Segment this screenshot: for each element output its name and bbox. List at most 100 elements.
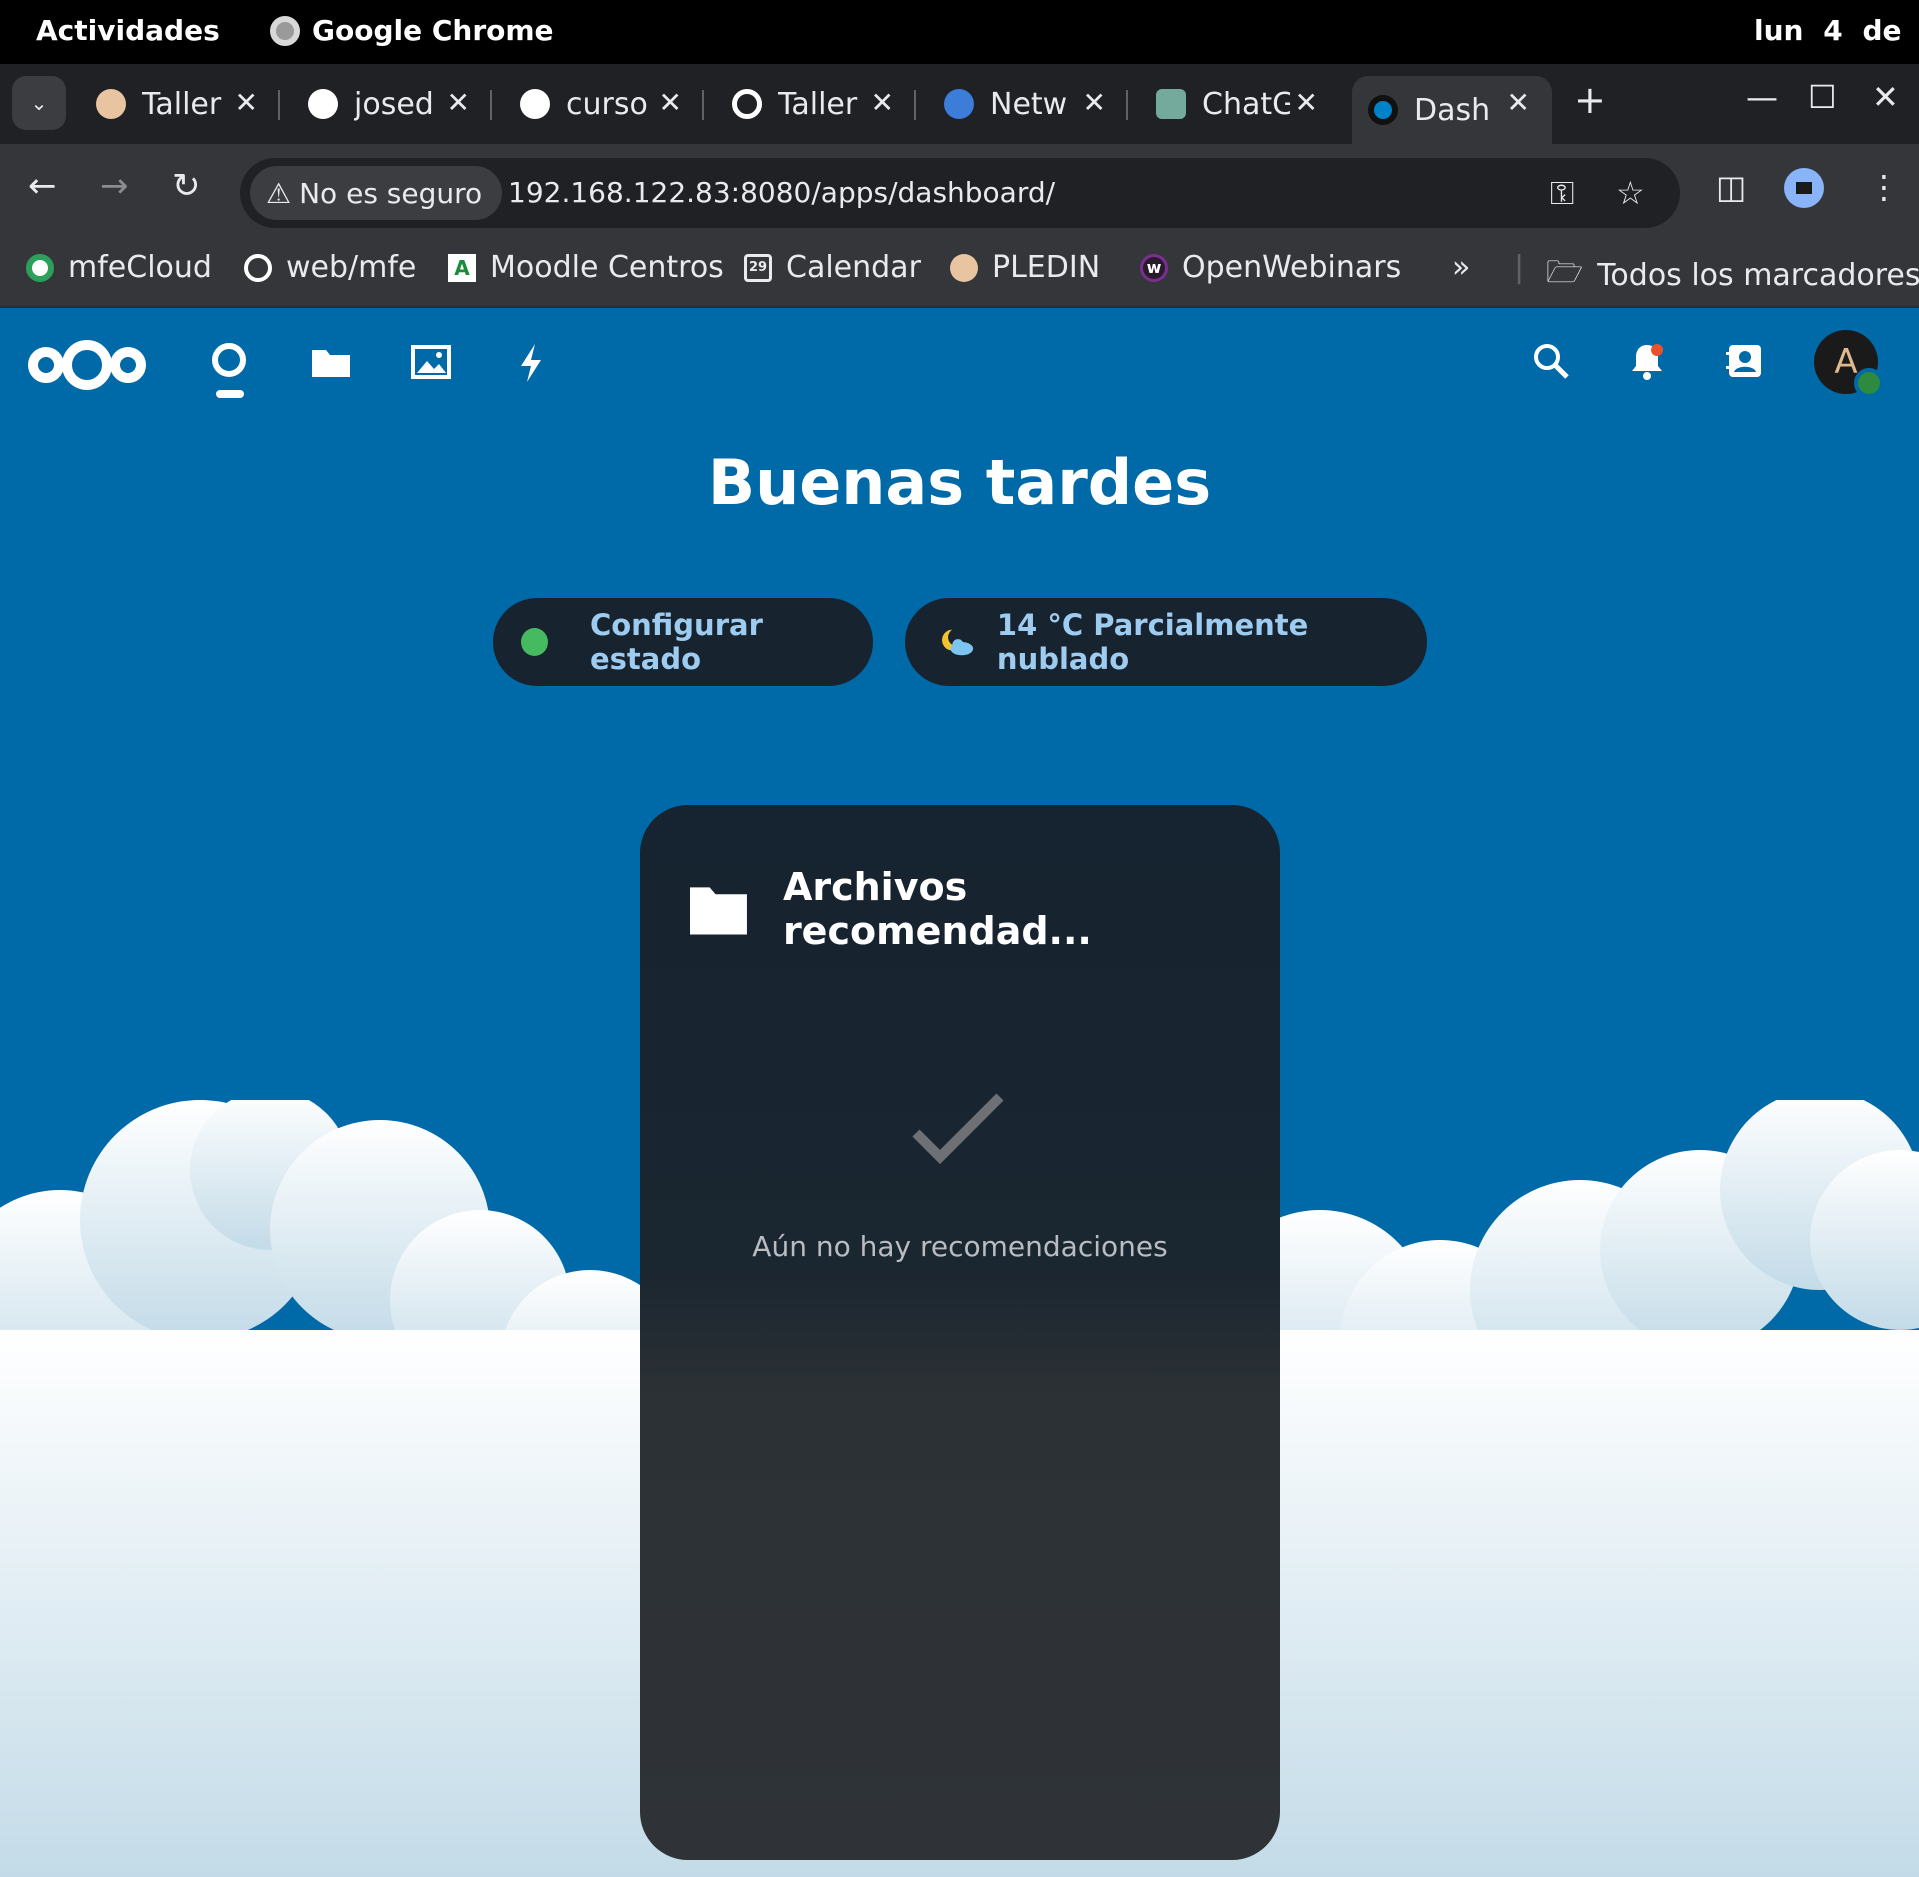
set-status-button[interactable]: Configurar estado bbox=[493, 598, 873, 686]
calendar-icon: 29 bbox=[744, 253, 772, 282]
folder-icon: 🗁 bbox=[1546, 255, 1584, 290]
active-app-indicator bbox=[216, 390, 244, 398]
bookmark-item[interactable]: PLEDIN bbox=[950, 250, 1100, 285]
avatar-letter: A bbox=[1834, 342, 1858, 382]
bookmark-label: mfeCloud bbox=[68, 250, 212, 285]
tab[interactable]: josed ✕ bbox=[292, 76, 492, 132]
greeting-heading: Buenas tardes bbox=[707, 446, 1212, 519]
bookmark-label: web/mfe bbox=[286, 250, 417, 285]
close-window-icon[interactable]: ✕ bbox=[1872, 78, 1899, 116]
bookmark-item[interactable]: web/mfe bbox=[244, 250, 416, 285]
tab-title: ChatG bbox=[1202, 86, 1290, 122]
avatar-favicon bbox=[950, 253, 978, 282]
all-bookmarks-button[interactable]: 🗁 Todos los marcadores bbox=[1546, 250, 1919, 301]
profile-avatar[interactable] bbox=[1784, 168, 1824, 208]
bookmark-item[interactable]: w OpenWebinars bbox=[1140, 250, 1401, 285]
new-tab-button[interactable]: + bbox=[1574, 78, 1606, 122]
system-top-bar: Actividades Google Chrome lun 4 de ma bbox=[0, 0, 1919, 64]
tab-title: Taller bbox=[142, 86, 222, 122]
clock[interactable]: lun 4 de ma bbox=[1754, 14, 1919, 47]
bookmark-item[interactable]: 29 Calendar bbox=[744, 250, 921, 285]
openwebinars-icon: w bbox=[1140, 253, 1168, 282]
tab[interactable]: ChatG ✕ bbox=[1140, 76, 1340, 132]
minimize-icon[interactable]: — bbox=[1746, 78, 1778, 116]
moodle-icon: A bbox=[448, 253, 476, 282]
online-status-dot bbox=[1854, 368, 1884, 398]
bookmarks-bar: mfeCloud web/mfe A Moodle Centros 29 Cal… bbox=[0, 238, 1919, 308]
close-tab-icon[interactable]: ✕ bbox=[235, 86, 258, 119]
github-icon bbox=[520, 89, 550, 119]
tab-separator bbox=[278, 90, 280, 120]
logo-circle-large bbox=[62, 340, 112, 390]
logo-circle-small bbox=[28, 347, 64, 383]
nextcloud-ring-icon bbox=[732, 89, 762, 119]
search-icon[interactable] bbox=[1530, 340, 1572, 386]
star-icon[interactable]: ☆ bbox=[1616, 174, 1645, 212]
tab-active[interactable]: Dash ✕ bbox=[1352, 76, 1552, 144]
recommended-files-widget: Archivos recomendad... Aún no hay recome… bbox=[640, 805, 1280, 1860]
github-icon bbox=[308, 89, 338, 119]
photos-icon[interactable] bbox=[408, 340, 454, 386]
tab-separator bbox=[1126, 90, 1128, 120]
weather-partly-cloudy-night-icon bbox=[942, 629, 974, 656]
bookmark-label: Moodle Centros bbox=[490, 250, 724, 285]
tab-strip: ⌄ Taller ✕ josed ✕ curso ✕ Taller ✕ Netw… bbox=[0, 64, 1919, 144]
checkmark-icon bbox=[912, 1093, 1004, 1165]
close-tab-icon[interactable]: ✕ bbox=[1083, 86, 1106, 119]
close-tab-icon[interactable]: ✕ bbox=[447, 86, 470, 119]
tab-separator bbox=[490, 90, 492, 120]
bookmark-label: PLEDIN bbox=[992, 250, 1101, 285]
close-tab-icon[interactable]: ✕ bbox=[871, 86, 894, 119]
close-tab-icon[interactable]: ✕ bbox=[1295, 86, 1318, 119]
tab-title: Taller bbox=[778, 86, 858, 122]
nextcloud-logo[interactable] bbox=[28, 340, 146, 390]
omnibox[interactable]: ⚠ No es seguro 192.168.122.83:8080/apps/… bbox=[240, 158, 1680, 228]
ring-icon bbox=[244, 253, 272, 282]
tab[interactable]: curso ✕ bbox=[504, 76, 704, 132]
bookmark-item[interactable]: mfeCloud bbox=[26, 250, 212, 285]
tab-title: Dash bbox=[1414, 92, 1491, 128]
security-chip[interactable]: ⚠ No es seguro bbox=[250, 166, 503, 220]
files-icon[interactable] bbox=[308, 340, 354, 386]
activity-icon[interactable] bbox=[508, 340, 554, 386]
reload-button[interactable]: ↻ bbox=[172, 166, 201, 206]
back-button[interactable]: ← bbox=[28, 166, 57, 206]
bookmark-label: Calendar bbox=[786, 250, 921, 285]
contacts-icon[interactable] bbox=[1724, 340, 1766, 386]
tab[interactable]: Taller ✕ bbox=[80, 76, 280, 132]
tab-search-button[interactable]: ⌄ bbox=[12, 76, 66, 130]
notifications-bell-icon[interactable] bbox=[1626, 340, 1668, 386]
empty-state-message: Aún no hay recomendaciones bbox=[752, 1230, 1168, 1263]
tab-title: curso bbox=[566, 86, 648, 122]
weather-status-button[interactable]: 14 °C Parcialmente nublado bbox=[905, 598, 1427, 686]
url-text[interactable]: 192.168.122.83:8080/apps/dashboard/ bbox=[508, 176, 1055, 209]
user-avatar[interactable]: A bbox=[1814, 330, 1884, 398]
bookmarks-overflow-button[interactable]: » bbox=[1452, 250, 1470, 285]
tab-separator bbox=[914, 90, 916, 120]
warning-icon: ⚠ bbox=[266, 176, 292, 210]
key-icon[interactable]: ⚿ bbox=[1550, 174, 1574, 213]
tab[interactable]: Taller ✕ bbox=[716, 76, 916, 132]
maximize-icon[interactable]: ☐ bbox=[1808, 78, 1837, 116]
openai-icon bbox=[1156, 89, 1186, 119]
close-tab-icon[interactable]: ✕ bbox=[659, 86, 682, 119]
tab[interactable]: Netw ✕ bbox=[928, 76, 1128, 132]
docker-icon bbox=[944, 89, 974, 119]
status-online-icon bbox=[521, 628, 548, 656]
app-menu[interactable]: Google Chrome bbox=[270, 14, 554, 47]
widget-title: Archivos recomendad... bbox=[782, 865, 1092, 953]
nextcloud-header: A bbox=[0, 310, 1919, 410]
avatar-favicon bbox=[96, 89, 126, 119]
app-name: Google Chrome bbox=[312, 14, 554, 47]
side-panel-icon[interactable]: ◫ bbox=[1716, 168, 1746, 206]
dashboard-icon[interactable] bbox=[206, 340, 252, 386]
forward-button[interactable]: → bbox=[100, 166, 129, 206]
chrome-icon bbox=[270, 15, 300, 46]
bookmark-item[interactable]: A Moodle Centros bbox=[448, 250, 724, 285]
bookmark-label: Todos los marcadores bbox=[1597, 258, 1919, 293]
activities-button[interactable]: Actividades bbox=[36, 14, 220, 47]
close-tab-icon[interactable]: ✕ bbox=[1507, 86, 1530, 119]
security-label: No es seguro bbox=[299, 176, 483, 210]
menu-kebab-icon[interactable]: ⋮ bbox=[1868, 168, 1900, 206]
tab-separator bbox=[702, 90, 704, 120]
